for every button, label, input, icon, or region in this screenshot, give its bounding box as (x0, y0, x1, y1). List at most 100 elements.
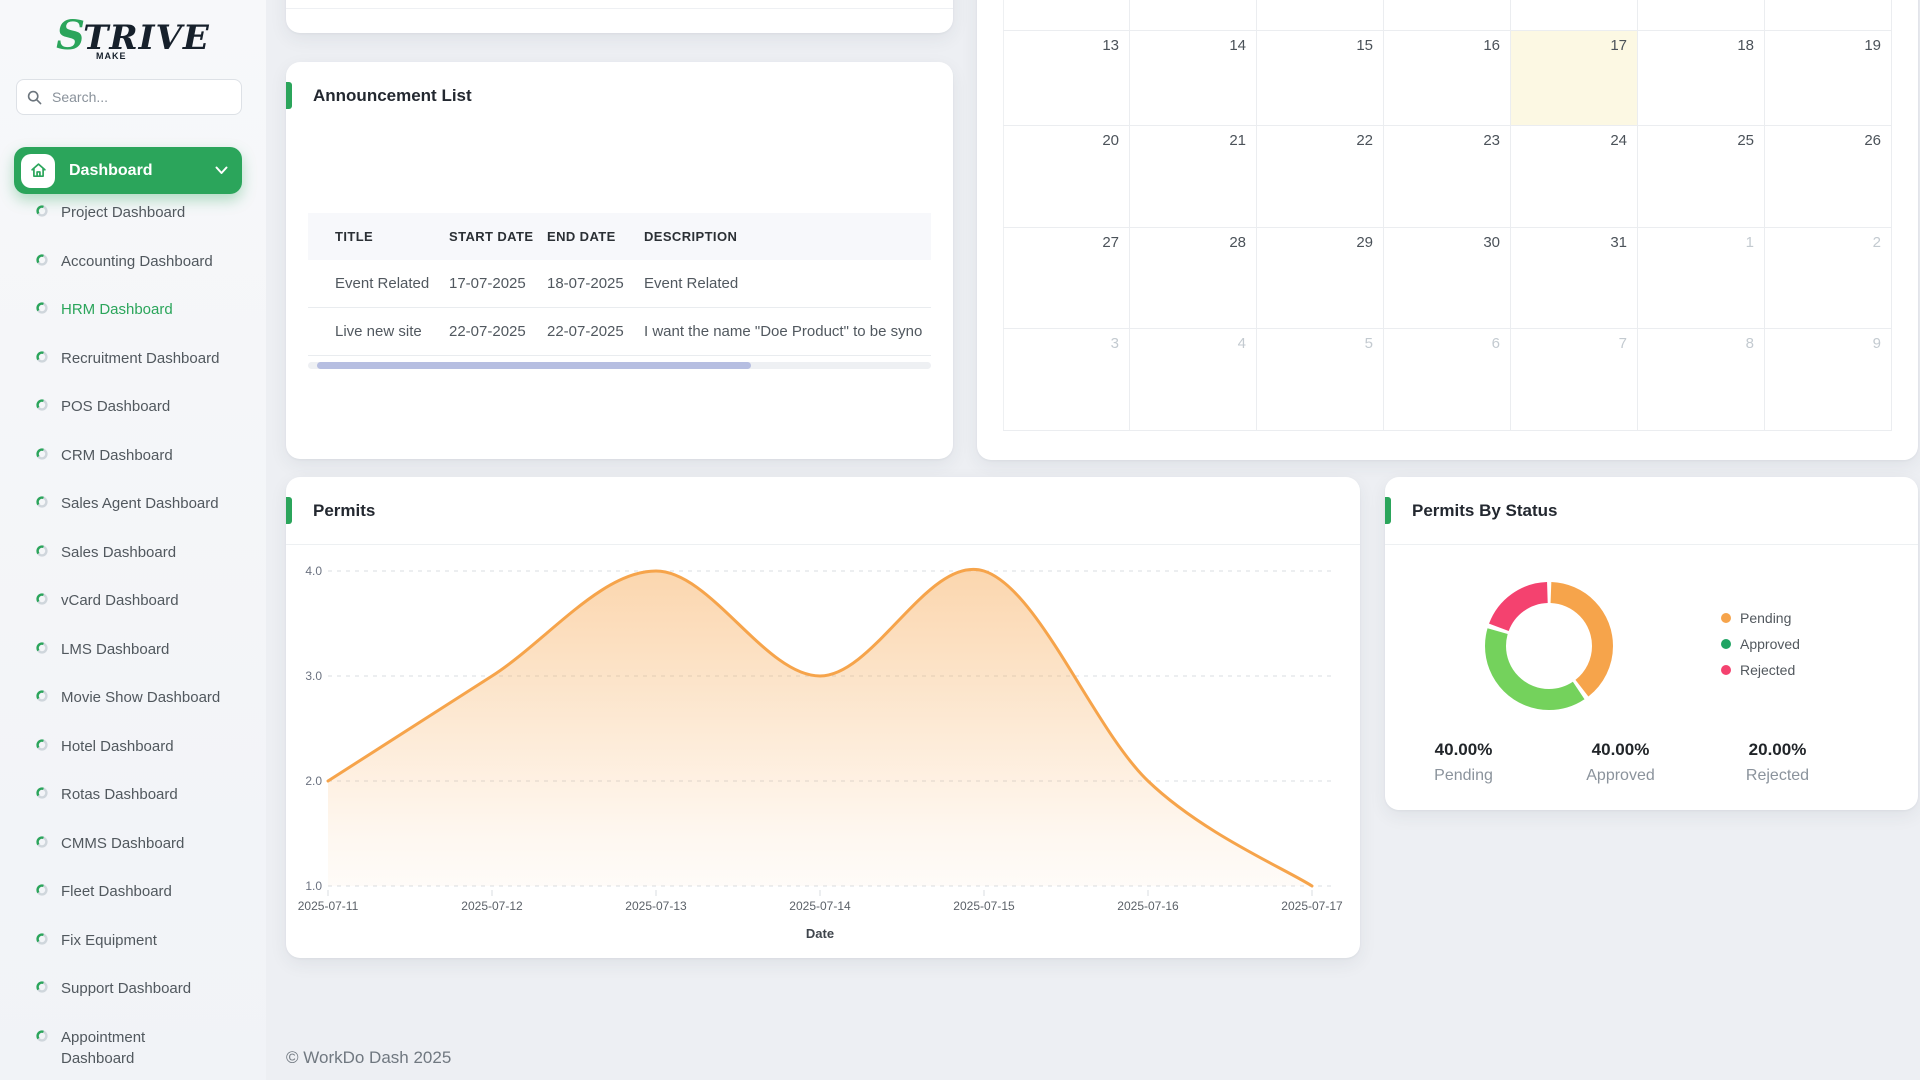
announcement-cell: Event Related (308, 260, 449, 308)
sidebar-item-fix-equipment[interactable]: Fix Equipment (14, 927, 252, 976)
dashboard-item-icon (36, 787, 48, 799)
calendar-day-2[interactable]: 2 (1765, 228, 1892, 328)
calendar-day-24[interactable]: 24 (1511, 126, 1638, 227)
calendar-week-row: 3456789 (1003, 329, 1892, 431)
sidebar-item-movie-show-dashboard[interactable]: Movie Show Dashboard (14, 684, 252, 733)
calendar-day-19[interactable]: 19 (1765, 31, 1892, 125)
announcement-card-title: Announcement List (313, 86, 472, 106)
calendar-day-15[interactable]: 15 (1257, 31, 1384, 125)
calendar-day-empty[interactable] (1003, 0, 1130, 30)
table-col-header: TITLE (308, 213, 449, 260)
sidebar-item-label: LMS Dashboard (61, 636, 169, 660)
stat-label: Pending (1385, 767, 1542, 785)
calendar-day-31[interactable]: 31 (1511, 228, 1638, 328)
calendar-day-28[interactable]: 28 (1130, 228, 1257, 328)
calendar-week-row: 13141516171819 (1003, 31, 1892, 126)
sidebar-item-sales-agent-dashboard[interactable]: Sales Agent Dashboard (14, 490, 252, 539)
svg-text:2.0: 2.0 (305, 774, 322, 788)
sidebar-item-project-dashboard[interactable]: Project Dashboard (14, 199, 252, 248)
calendar-day-8[interactable]: 8 (1638, 329, 1765, 430)
sidebar-item-hotel-dashboard[interactable]: Hotel Dashboard (14, 733, 252, 782)
calendar-day-4[interactable]: 4 (1130, 329, 1257, 430)
calendar-day-14[interactable]: 14 (1130, 31, 1257, 125)
sidebar-item-label: POS Dashboard (61, 393, 170, 417)
calendar-day-3[interactable]: 3 (1003, 329, 1130, 430)
sidebar-item-cmms-dashboard[interactable]: CMMS Dashboard (14, 830, 252, 879)
dashboard-menu-button[interactable]: Dashboard (14, 147, 242, 194)
dashboard-item-icon (36, 496, 48, 508)
calendar-day-empty[interactable] (1765, 0, 1892, 30)
sidebar-item-vcard-dashboard[interactable]: vCard Dashboard (14, 587, 252, 636)
search-icon (27, 90, 42, 105)
calendar-day-empty[interactable] (1511, 0, 1638, 30)
sidebar-item-recruitment-dashboard[interactable]: Recruitment Dashboard (14, 345, 252, 394)
calendar-day-17[interactable]: 17 (1511, 31, 1638, 125)
legend-label: Pending (1740, 610, 1791, 626)
calendar-day-16[interactable]: 16 (1384, 31, 1511, 125)
calendar-day-empty[interactable] (1257, 0, 1384, 30)
dashboard-item-icon (36, 1030, 48, 1042)
brand-logo[interactable]: STRIVE MAKE (0, 12, 266, 61)
calendar-day-1[interactable]: 1 (1638, 228, 1765, 328)
calendar-day-empty[interactable] (1638, 0, 1765, 30)
calendar-day-5[interactable]: 5 (1257, 329, 1384, 430)
sidebar-item-label: Hotel Dashboard (61, 733, 174, 757)
footer-copyright: © WorkDo Dash 2025 (286, 1048, 451, 1068)
calendar-day-26[interactable]: 26 (1765, 126, 1892, 227)
announcement-cell: Event Related (644, 260, 931, 308)
sidebar-item-sales-dashboard[interactable]: Sales Dashboard (14, 539, 252, 588)
sidebar-item-fleet-dashboard[interactable]: Fleet Dashboard (14, 878, 252, 927)
sidebar-item-lms-dashboard[interactable]: LMS Dashboard (14, 636, 252, 685)
permits-card-header: Permits (286, 477, 1360, 545)
legend-item-approved[interactable]: Approved (1721, 631, 1800, 657)
calendar-day-21[interactable]: 21 (1130, 126, 1257, 227)
calendar-day-20[interactable]: 20 (1003, 126, 1130, 227)
sidebar-item-label: Accounting Dashboard (61, 248, 213, 272)
search-input[interactable] (50, 88, 231, 106)
calendar-day-30[interactable]: 30 (1384, 228, 1511, 328)
calendar-day-25[interactable]: 25 (1638, 126, 1765, 227)
calendar-day-18[interactable]: 18 (1638, 31, 1765, 125)
svg-text:4.0: 4.0 (305, 564, 322, 578)
table-scrollbar-track[interactable] (308, 362, 931, 369)
sidebar-item-label: Sales Dashboard (61, 539, 176, 563)
calendar-day-23[interactable]: 23 (1384, 126, 1511, 227)
sidebar-item-support-dashboard[interactable]: Support Dashboard (14, 975, 252, 1024)
svg-text:2025-07-12: 2025-07-12 (461, 899, 523, 913)
calendar-day-6[interactable]: 6 (1384, 329, 1511, 430)
legend-dot-icon (1721, 639, 1731, 649)
dashboard-item-icon (36, 981, 48, 993)
status-stat-approved: 40.00%Approved (1542, 740, 1699, 785)
calendar-day-7[interactable]: 7 (1511, 329, 1638, 430)
card-divider (286, 8, 953, 9)
dashboard-item-icon (36, 399, 48, 411)
sidebar-item-rotas-dashboard[interactable]: Rotas Dashboard (14, 781, 252, 830)
sidebar-item-appointment-dashboard[interactable]: Appointment Dashboard (14, 1024, 252, 1073)
svg-text:2025-07-16: 2025-07-16 (1117, 899, 1179, 913)
sidebar-item-accounting-dashboard[interactable]: Accounting Dashboard (14, 248, 252, 297)
sidebar-item-hrm-dashboard[interactable]: HRM Dashboard (14, 296, 252, 345)
sidebar-item-crm-dashboard[interactable]: CRM Dashboard (14, 442, 252, 491)
permits-status-header: Permits By Status (1385, 477, 1918, 545)
legend-item-rejected[interactable]: Rejected (1721, 657, 1800, 683)
brand-logo-s: S (56, 12, 83, 59)
calendar-day-13[interactable]: 13 (1003, 31, 1130, 125)
sidebar-item-pos-dashboard[interactable]: POS Dashboard (14, 393, 252, 442)
legend-label: Approved (1740, 636, 1800, 652)
calendar-day-27[interactable]: 27 (1003, 228, 1130, 328)
dashboard-item-icon (36, 254, 48, 266)
calendar-day-empty[interactable] (1384, 0, 1511, 30)
legend-item-pending[interactable]: Pending (1721, 605, 1800, 631)
dashboard-item-icon (36, 351, 48, 363)
calendar-day-29[interactable]: 29 (1257, 228, 1384, 328)
card-accent-bar (286, 497, 292, 524)
dashboard-menu-label: Dashboard (69, 162, 215, 180)
calendar-day-empty[interactable] (1130, 0, 1257, 30)
calendar-day-9[interactable]: 9 (1765, 329, 1892, 430)
dashboard-item-icon (36, 593, 48, 605)
table-col-header: END DATE (547, 213, 644, 260)
dashboard-item-icon (36, 836, 48, 848)
table-scrollbar-thumb[interactable] (317, 362, 751, 369)
permits-card-title: Permits (313, 501, 375, 521)
calendar-day-22[interactable]: 22 (1257, 126, 1384, 227)
